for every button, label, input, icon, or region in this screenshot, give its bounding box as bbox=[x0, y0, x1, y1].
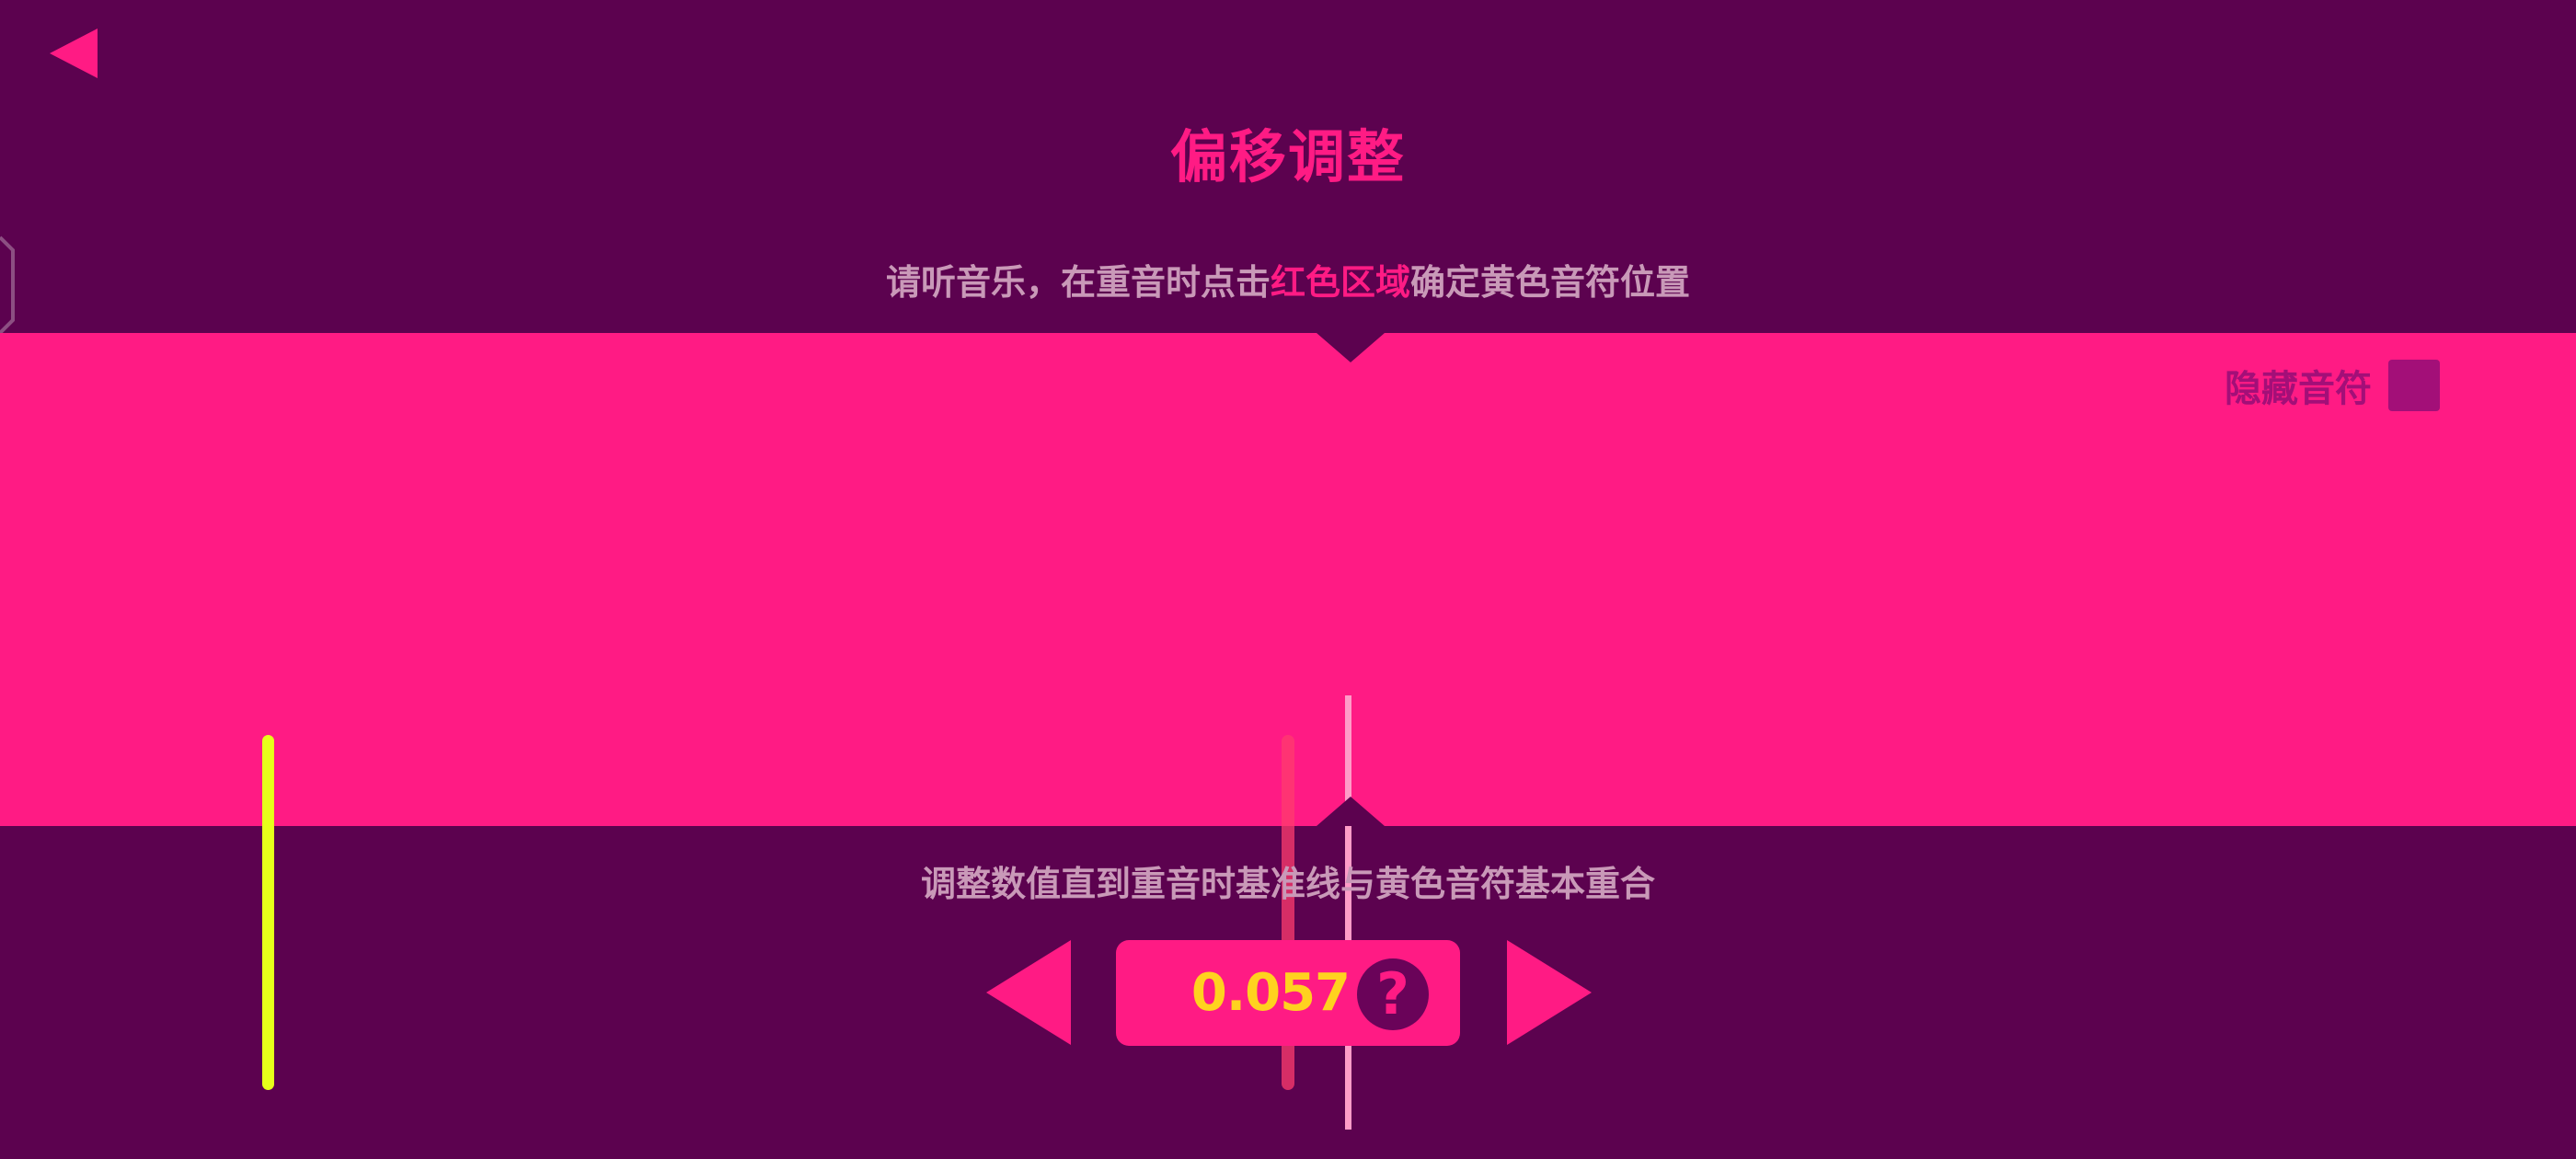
baseline-notch-top bbox=[1317, 333, 1385, 362]
adjust-hint-text: 调整数值直到重音时基准线与黄色音符基本重合 bbox=[920, 864, 1655, 904]
baseline-notch-bottom bbox=[1317, 797, 1385, 826]
back-button[interactable] bbox=[37, 18, 110, 88]
instruction-highlight-red-area: 红色区域 bbox=[1270, 262, 1410, 303]
offset-value-display: 0.057 ? bbox=[1116, 940, 1460, 1046]
hide-notes-checkbox[interactable] bbox=[2388, 360, 2440, 411]
instruction-text-after: 确定黄色音符位置 bbox=[1410, 262, 1691, 303]
instruction-text-before: 请听音乐，在重音时点击 bbox=[885, 262, 1271, 303]
decrease-offset-button[interactable] bbox=[984, 938, 1076, 1047]
question-mark-icon: ? bbox=[1376, 960, 1409, 1027]
instruction-text: 请听音乐，在重音时点击红色区域确定黄色音符位置 bbox=[0, 254, 2576, 304]
increase-offset-button[interactable] bbox=[1501, 938, 1593, 1047]
back-arrow-icon bbox=[50, 29, 98, 78]
accent-baseline bbox=[1345, 695, 1351, 1130]
hide-notes-toggle[interactable]: 隐藏音符 bbox=[2225, 359, 2440, 412]
left-triangle-icon bbox=[986, 940, 1071, 1045]
offset-value: 0.057 bbox=[1190, 963, 1351, 1023]
page-title: 偏移调整 bbox=[1169, 123, 1406, 190]
right-triangle-icon bbox=[1507, 940, 1592, 1045]
hide-notes-label: 隐藏音符 bbox=[2225, 368, 2372, 410]
yellow-note bbox=[262, 735, 274, 1090]
help-button[interactable]: ? bbox=[1357, 958, 1429, 1030]
red-tap-area[interactable] bbox=[0, 333, 2576, 1130]
